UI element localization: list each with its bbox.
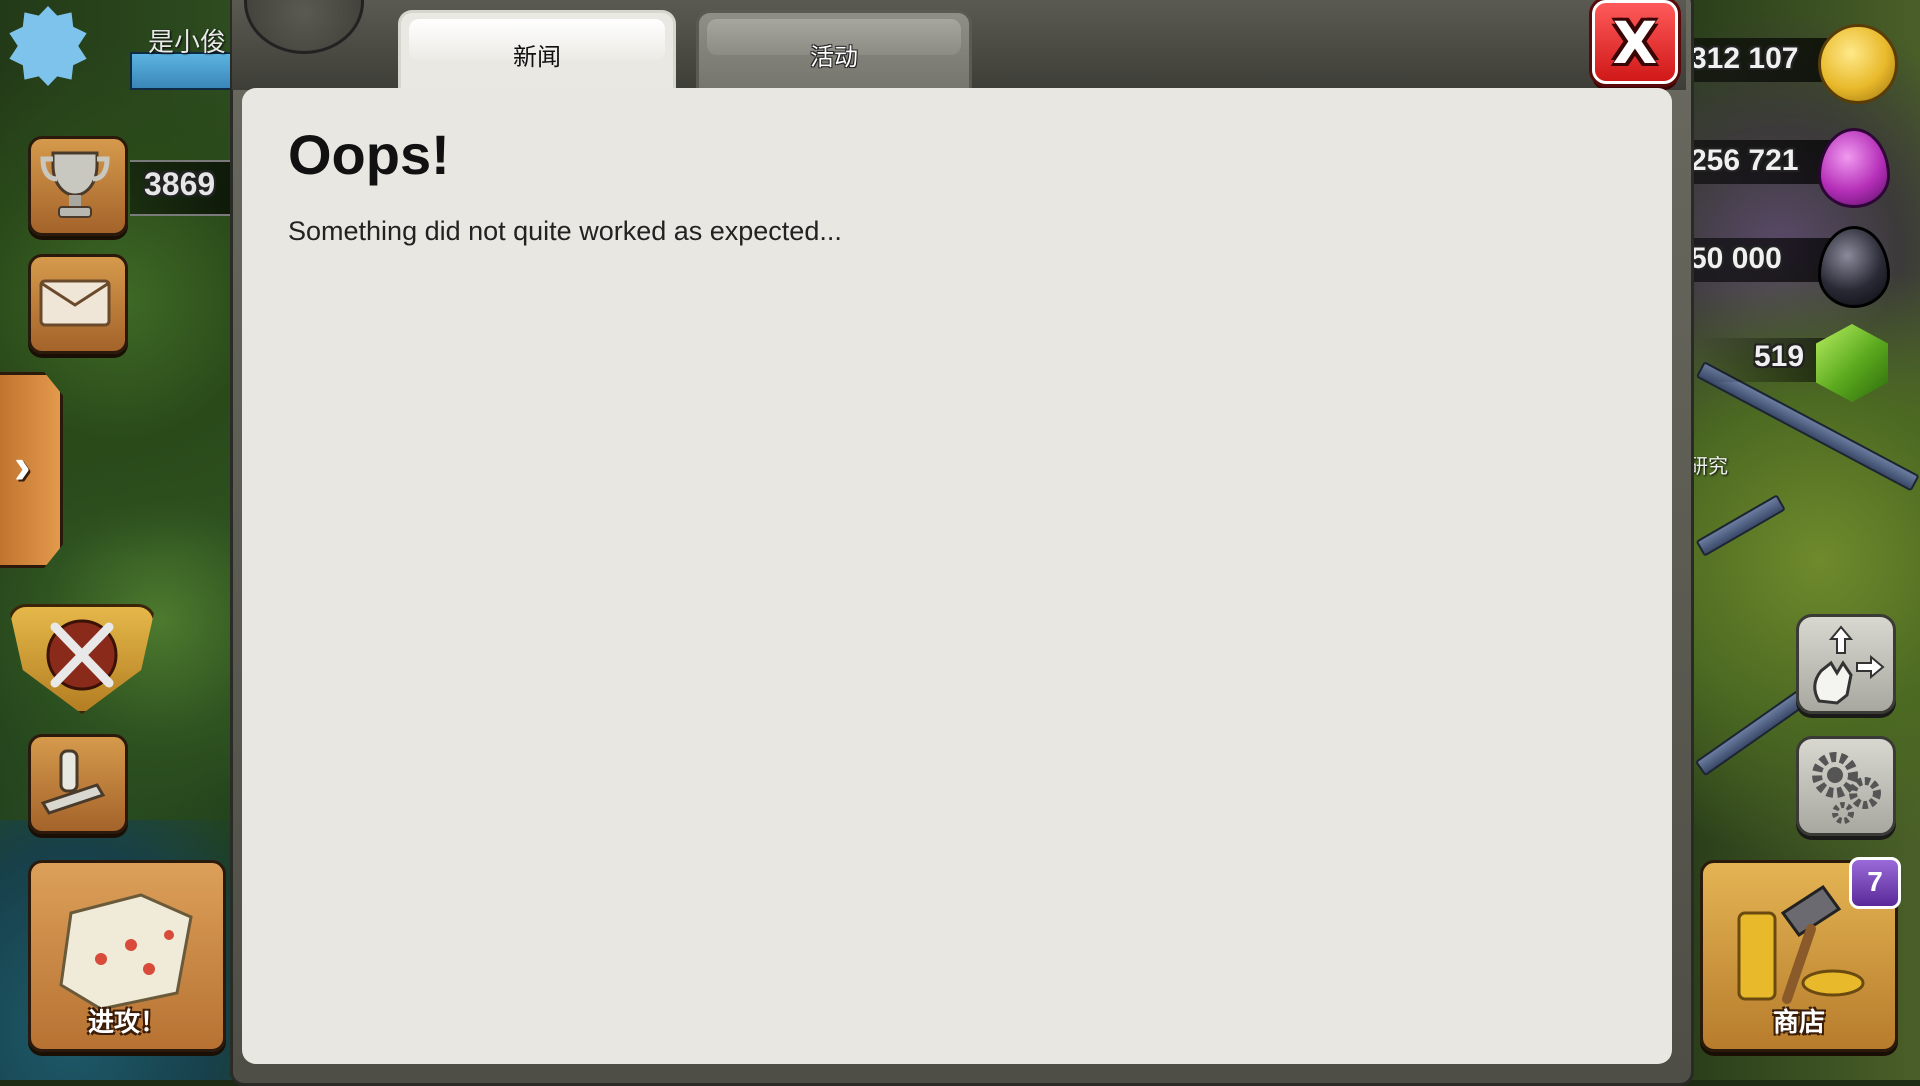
trophy-button[interactable] [28, 136, 128, 236]
shop-notification-badge: 7 [1849, 857, 1901, 909]
trophy-icon [40, 151, 110, 218]
treasure-map-icon [59, 893, 193, 1011]
envelope-icon [39, 279, 111, 327]
tab-news-label: 新闻 [513, 44, 561, 71]
sword-potion-icon [40, 749, 106, 815]
tab-events-label: 活动 [810, 44, 858, 71]
gears-icon [1812, 752, 1881, 824]
move-hand-icon [1813, 625, 1885, 705]
village-wall [1695, 494, 1786, 557]
error-message: Something did not quite worked as expect… [288, 216, 842, 246]
tab-events[interactable]: 活动 [696, 10, 972, 93]
close-icon: X [1612, 9, 1658, 77]
edit-mode-button[interactable] [1796, 614, 1896, 714]
close-button[interactable]: X [1592, 0, 1678, 84]
gold-amount: 312 107 [1690, 42, 1799, 75]
gold-coin-icon [1818, 24, 1898, 104]
settings-button[interactable] [1796, 736, 1896, 836]
attack-button[interactable]: 进攻！ [28, 860, 226, 1052]
dark-elixir-amount: 50 000 [1690, 242, 1782, 275]
shop-label: 商店 [1772, 1007, 1825, 1037]
player-name: 是小俊 [148, 27, 227, 57]
army-button[interactable] [28, 734, 128, 834]
expand-panel-button[interactable]: › [0, 372, 63, 568]
chevron-right-icon: › [14, 438, 31, 494]
attack-label: 进攻！ [87, 1007, 166, 1037]
mail-button[interactable] [28, 254, 128, 354]
tab-news[interactable]: 新闻 [398, 10, 676, 93]
elixir-amount: 256 721 [1690, 144, 1799, 177]
gem-amount: 519 [1754, 340, 1805, 373]
trophy-count: 3869 [144, 166, 216, 202]
research-label: 研究 [1688, 456, 1728, 478]
shop-button[interactable]: 商店 7 [1700, 857, 1901, 1052]
error-title: Oops! [288, 123, 450, 186]
